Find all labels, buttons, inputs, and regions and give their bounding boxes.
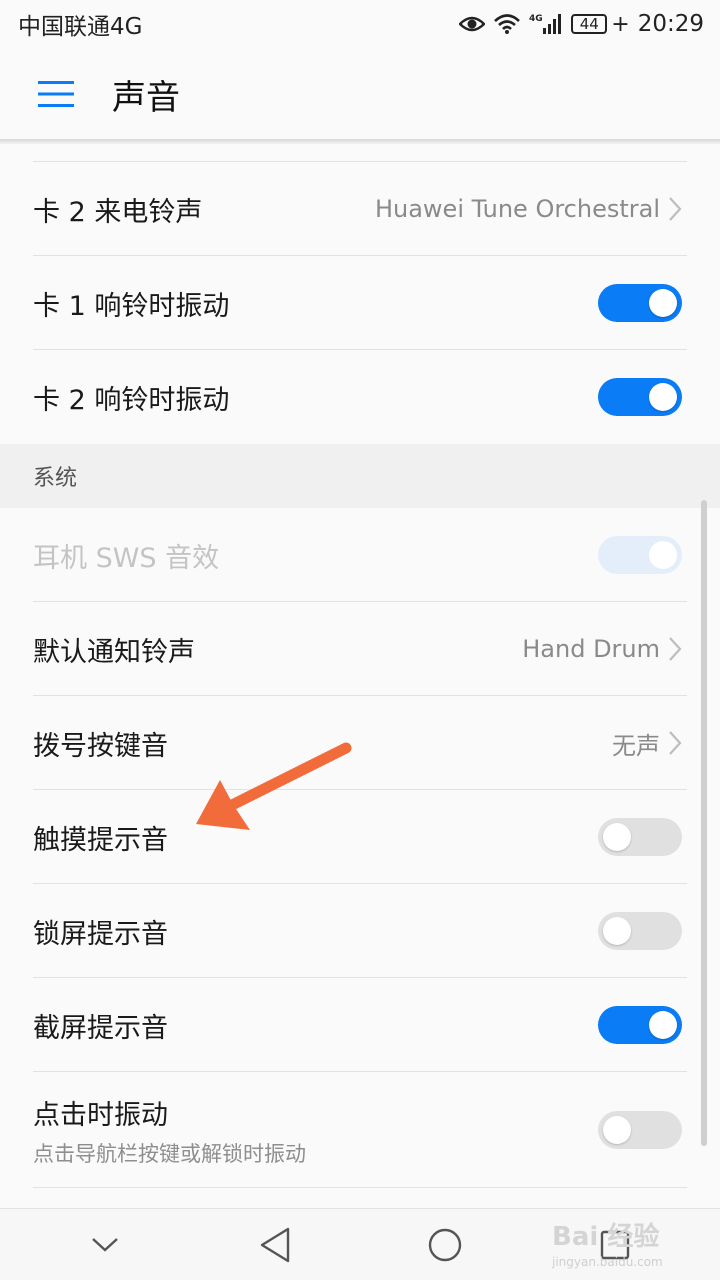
toggle-knob [649,289,677,317]
charging-icon: + [611,11,630,37]
row-label: 锁屏提示音 [33,918,168,950]
scrollbar[interactable] [701,500,707,1146]
row-label: 截屏提示音 [33,1012,168,1044]
list-item-card1-vibrate: 卡 1 响铃时振动 [0,256,720,350]
row-label: 点击时振动 [33,1099,168,1131]
status-icons: 4G 44 + 20:29 [459,11,704,37]
chevron-right-icon [668,730,682,756]
list-item-card2-vibrate: 卡 2 响铃时振动 [0,350,720,444]
battery-icon: 44 [571,14,608,34]
list-item-tap-vibrate: 点击时振动 点击导航栏按键或解锁时振动 [0,1072,720,1188]
list-item-screenshot-sound: 截屏提示音 [0,978,720,1072]
list-item-dial-tone[interactable]: 拨号按键音 无声 [0,696,720,790]
toggle-knob [603,823,631,851]
app-header: 声音 [0,48,720,140]
screenshot-sound-toggle[interactable] [598,1006,682,1044]
chevron-right-icon [668,196,682,222]
row-value: 无声 [612,731,660,760]
back-icon [260,1227,290,1262]
page-title: 声音 [112,77,180,118]
watermark-text: Bai 经验 [552,1222,660,1252]
toggle-knob [649,383,677,411]
toggle-knob [649,1011,677,1039]
toggle-knob [603,1116,631,1144]
row-texts: 点击时振动 点击导航栏按键或解锁时振动 [33,1093,598,1168]
card1-vibrate-toggle[interactable] [598,284,682,322]
eye-icon [459,14,486,34]
list-item-lock-sound: 锁屏提示音 [0,884,720,978]
watermark-logo: Bai 经验 jingyan.baidu.com [552,1216,663,1269]
row-label: 卡 2 响铃时振动 [33,384,230,416]
nav-hide-button[interactable] [65,1209,145,1280]
row-subtitle: 点击导航栏按键或解锁时振动 [33,1141,306,1166]
card2-vibrate-toggle[interactable] [598,378,682,416]
toggle-knob [649,541,677,569]
hamburger-menu-icon [38,81,74,107]
list-item-card2-ringtone[interactable]: 卡 2 来电铃声 Huawei Tune Orchestral [0,162,720,256]
row-value: Hand Drum [522,635,660,663]
row-label: 卡 2 来电铃声 [33,196,203,228]
headphone-sws-toggle [598,536,682,574]
section-header-system: 系统 [0,444,720,508]
wifi-icon [493,13,521,35]
settings-list: 卡 2 来电铃声 Huawei Tune Orchestral 卡 1 响铃时振… [0,144,720,1188]
row-label: 默认通知铃声 [33,636,195,668]
list-item-touch-sound: 触摸提示音 [0,790,720,884]
row-label: 卡 1 响铃时振动 [33,290,230,322]
status-bar: 中国联通4G 4G 44 + 20:29 [0,0,720,48]
carrier-label: 中国联通4G [18,14,143,40]
chevron-right-icon [668,636,682,662]
toggle-knob [603,917,631,945]
chevron-down-icon [92,1237,118,1252]
home-icon [428,1228,462,1261]
list-item-headphone-sws: 耳机 SWS 音效 [0,508,720,602]
list-item-default-notification[interactable]: 默认通知铃声 Hand Drum [0,602,720,696]
nav-home-button[interactable] [405,1209,485,1280]
annotation-arrow-icon [196,742,352,830]
row-value: Huawei Tune Orchestral [374,195,660,223]
touch-sound-toggle[interactable] [598,818,682,856]
row-label: 耳机 SWS 音效 [33,542,220,574]
watermark-sub: jingyan.baidu.com [552,1255,663,1269]
lock-sound-toggle[interactable] [598,912,682,950]
hamburger-menu-button[interactable] [0,48,112,140]
battery-level: 44 [579,14,599,33]
list-item-partial [0,144,720,162]
clock: 20:29 [637,11,704,37]
network-badge: 4G [529,14,543,24]
signal-icon: 4G [529,12,563,36]
tap-vibrate-toggle[interactable] [598,1111,682,1149]
nav-back-button[interactable] [235,1209,315,1280]
